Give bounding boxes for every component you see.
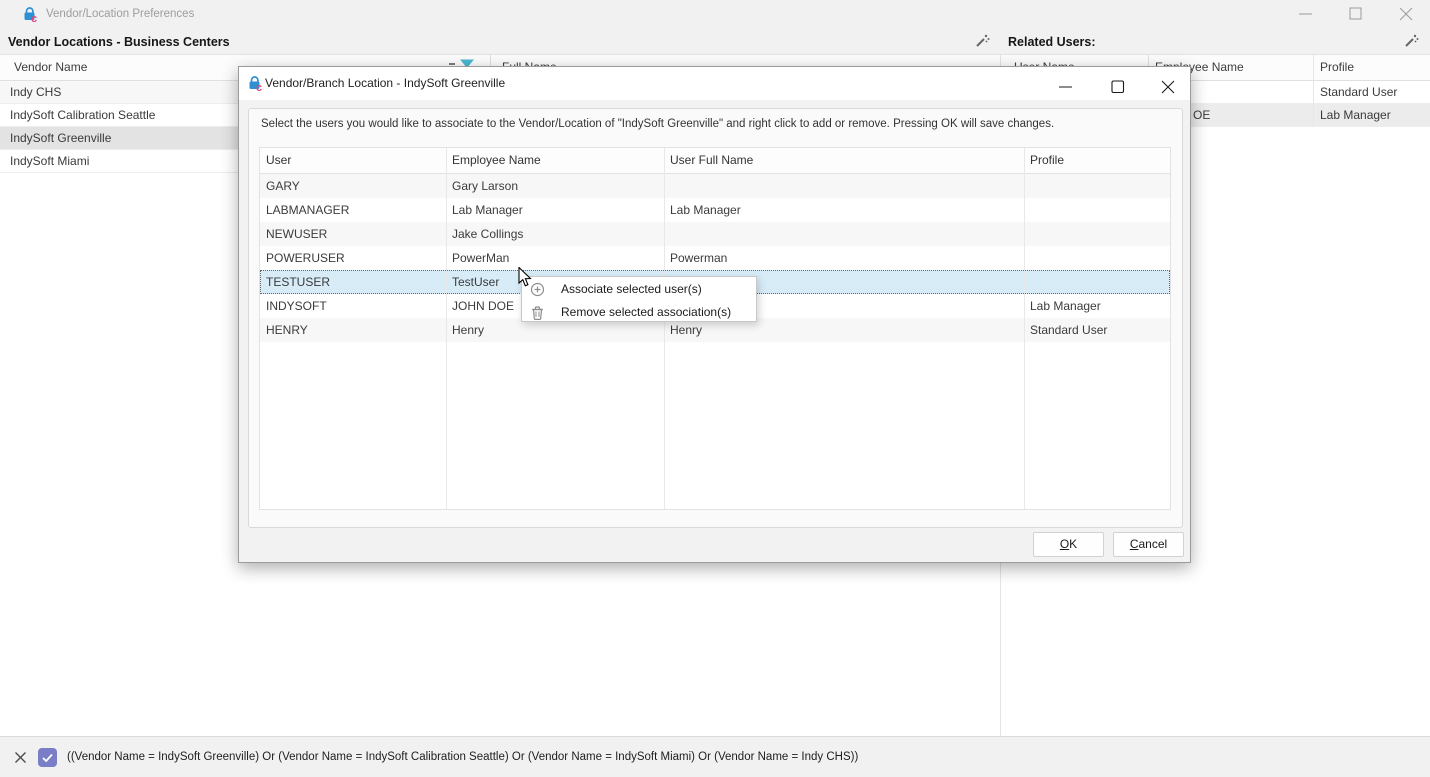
wand-icon-right[interactable] — [1404, 33, 1419, 48]
wand-icon-left[interactable] — [975, 33, 990, 48]
col-header-user[interactable]: User — [260, 148, 446, 173]
dialog-titlebar: c Vendor/Branch Location - IndySoft Gree… — [239, 67, 1190, 100]
svg-text:c: c — [31, 13, 37, 22]
user-row[interactable]: GARY Gary Larson — [260, 174, 1170, 198]
checkmark-icon — [38, 748, 57, 767]
left-section-title: Vendor Locations - Business Centers — [8, 34, 230, 50]
column-separator — [1024, 148, 1025, 509]
main-maximize-button[interactable] — [1349, 7, 1363, 21]
user-row[interactable]: POWERUSER PowerMan Powerman — [260, 246, 1170, 270]
context-menu: Associate selected user(s) Remove select… — [521, 276, 757, 322]
main-minimize-button[interactable] — [1299, 7, 1313, 21]
column-separator — [446, 148, 447, 509]
col-header-profile[interactable]: Profile — [1024, 148, 1170, 173]
user-row[interactable]: LABMANAGER Lab Manager Lab Manager — [260, 198, 1170, 222]
filter-expression: ((Vendor Name = IndySoft Greenville) Or … — [67, 737, 858, 777]
col-header-user-full-name[interactable]: User Full Name — [664, 148, 1024, 173]
dialog-maximize-button[interactable] — [1111, 80, 1125, 94]
right-section-title: Related Users: — [1008, 34, 1096, 50]
dialog-lock-icon: c — [247, 75, 263, 91]
cancel-button[interactable]: Cancel — [1113, 532, 1184, 557]
dialog-minimize-button[interactable] — [1059, 80, 1073, 94]
filter-close-icon[interactable] — [15, 752, 26, 763]
filter-checkbox[interactable] — [38, 748, 57, 767]
column-separator — [1313, 54, 1314, 127]
main-close-button[interactable] — [1399, 7, 1413, 21]
dialog-table-header: User Employee Name User Full Name Profil… — [260, 148, 1170, 174]
app-lock-icon: c — [22, 6, 38, 22]
main-window-title: Vendor/Location Preferences — [46, 0, 194, 28]
dialog-user-table: User Employee Name User Full Name Profil… — [259, 147, 1171, 510]
trash-icon — [530, 305, 545, 320]
col-header-vendor-name[interactable]: Vendor Name — [14, 55, 87, 80]
dialog-close-button[interactable] — [1161, 80, 1175, 94]
col-header-profile[interactable]: Profile — [1320, 55, 1354, 80]
ok-button[interactable]: OK — [1033, 532, 1104, 557]
filter-bar: ((Vendor Name = IndySoft Greenville) Or … — [0, 736, 1430, 777]
user-row[interactable]: NEWUSER Jake Collings — [260, 222, 1170, 246]
column-separator — [664, 148, 665, 509]
menu-item-remove[interactable]: Remove selected association(s) — [522, 301, 756, 324]
svg-text:c: c — [256, 82, 262, 91]
mouse-cursor — [518, 267, 535, 289]
dialog-instruction: Select the users you would like to assoc… — [261, 118, 1054, 130]
screen: c Vendor/Location Preferences Vendor Loc… — [0, 0, 1430, 777]
dialog-title: Vendor/Branch Location - IndySoft Greenv… — [265, 67, 505, 100]
col-header-employee-name[interactable]: Employee Name — [446, 148, 664, 173]
main-titlebar: c Vendor/Location Preferences — [0, 0, 1430, 28]
menu-item-associate[interactable]: Associate selected user(s) — [522, 278, 756, 301]
